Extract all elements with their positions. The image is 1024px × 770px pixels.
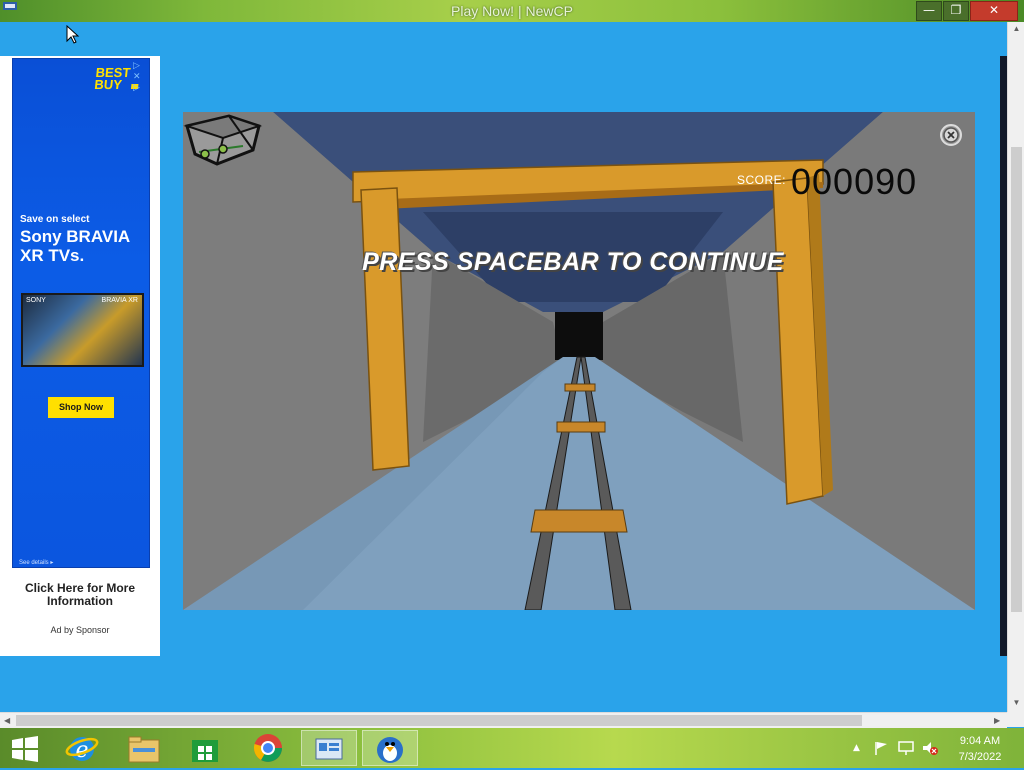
sidebar-ad[interactable]: BEST BUY ▷ ✕ ▷ Save on select Sony BRAVI…: [0, 56, 160, 656]
scroll-right-icon[interactable]: ▶: [994, 713, 1000, 728]
best-buy-logo-text: BEST BUY: [93, 65, 132, 92]
vertical-scroll-thumb[interactable]: [1011, 147, 1022, 612]
game-canvas[interactable]: SCORE: 000090 PRESS SPACEBAR TO CONTINUE: [183, 112, 975, 610]
ad-subline: Save on select: [20, 214, 90, 225]
shop-now-button[interactable]: Shop Now: [48, 397, 114, 418]
rail-tie-1: [564, 383, 596, 392]
horizontal-scrollbar[interactable]: ◀ ▶: [0, 712, 1007, 728]
window-controls: — ❐ ✕: [915, 1, 1018, 21]
taskbar: e ▲ 9:04 AM 7/3/2022: [0, 728, 1024, 768]
action-center-flag-icon[interactable]: [873, 740, 889, 756]
more-info-link[interactable]: Click Here for More Information: [10, 582, 150, 608]
rail-tie-3: [530, 509, 628, 533]
store-icon[interactable]: [177, 730, 233, 766]
score-value: 000090: [791, 161, 918, 202]
score-label: SCORE:: [737, 173, 787, 187]
scroll-up-icon[interactable]: ▲: [1008, 24, 1024, 33]
ad-sponsor-label: Ad by Sponsor: [50, 625, 110, 635]
tv-brand: SONY: [26, 297, 46, 304]
ad-headline: Sony BRAVIA XR TVs.: [20, 227, 130, 265]
scroll-corner: [1007, 712, 1024, 727]
chrome-icon[interactable]: [240, 730, 296, 766]
internet-explorer-icon[interactable]: e: [54, 730, 110, 766]
vertical-scrollbar[interactable]: ▲ ▼: [1007, 22, 1024, 712]
mouse-cursor-icon: [66, 25, 80, 44]
network-icon[interactable]: [897, 740, 915, 756]
minimize-button[interactable]: —: [916, 1, 942, 21]
page-edge-strip: [1000, 56, 1007, 656]
rail-tie-2: [556, 421, 606, 433]
file-explorer-icon[interactable]: [116, 730, 172, 766]
windows-logo-icon: [12, 736, 38, 762]
ad-banner[interactable]: BEST BUY ▷ ✕ ▷ Save on select Sony BRAVI…: [12, 58, 150, 568]
clock-time: 9:04 AM: [959, 735, 1001, 747]
close-button[interactable]: ✕: [970, 1, 1018, 21]
tv-product-image: SONY BRAVIA XR: [21, 293, 144, 367]
volume-muted-icon[interactable]: [921, 740, 939, 756]
restore-button[interactable]: ❐: [943, 1, 969, 21]
mine-cart-icon: [183, 114, 263, 166]
tray-expand-icon[interactable]: ▲: [853, 743, 860, 753]
window-titlebar: Play Now! | NewCP — ❐ ✕: [0, 0, 1024, 22]
tv-model: BRAVIA XR: [101, 297, 138, 304]
clock-date: 7/3/2022: [958, 751, 1002, 763]
continue-prompt: PRESS SPACEBAR TO CONTINUE: [362, 248, 784, 276]
start-button[interactable]: [0, 730, 50, 766]
scroll-down-icon[interactable]: ▼: [1008, 698, 1024, 707]
system-clock[interactable]: 9:04 AM 7/3/2022: [948, 733, 1012, 765]
ad-choices-icon[interactable]: ▷ ✕ ▷: [133, 60, 149, 93]
see-details-link[interactable]: See details ▸: [19, 559, 53, 566]
close-icon[interactable]: [940, 124, 962, 146]
scroll-left-icon[interactable]: ◀: [4, 713, 10, 728]
window-title: Play Now! | NewCP: [451, 3, 573, 19]
control-panel-icon[interactable]: [301, 730, 357, 766]
horizontal-scroll-thumb[interactable]: [16, 715, 862, 726]
tunnel-end: [555, 312, 603, 360]
club-penguin-icon[interactable]: [362, 730, 418, 766]
